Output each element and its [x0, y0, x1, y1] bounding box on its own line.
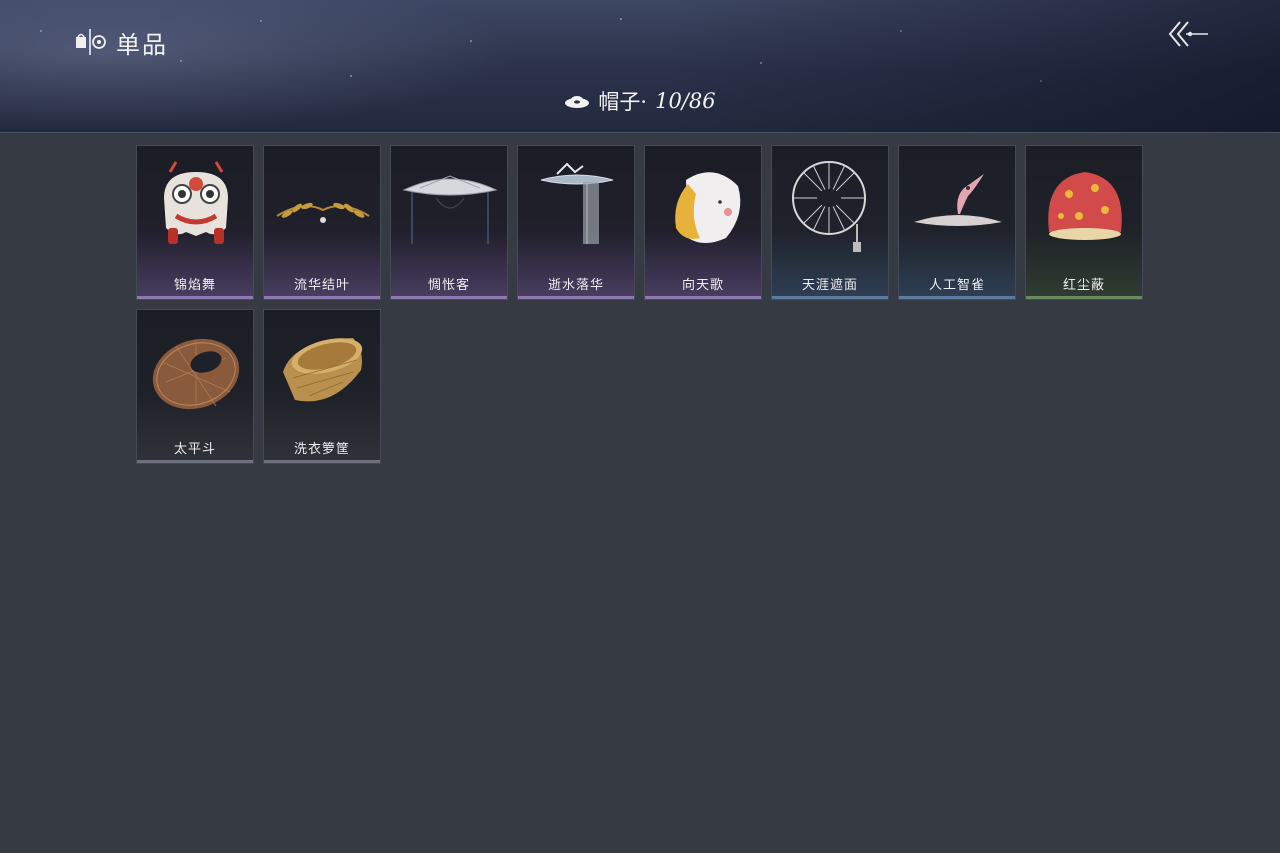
gold-leaf-circlet-icon [276, 202, 370, 223]
rarity-bar [264, 296, 380, 299]
item-card[interactable]: 红尘蔽 [1025, 145, 1143, 300]
item-name: 向天歌 [681, 278, 724, 293]
laundry-basket-icon [283, 338, 363, 402]
item-grid: 锦焰舞 流华结叶 惆怅客 逝水落华 向天歌 天涯遮面 人工智雀 红尘蔽 太平斗 … [136, 145, 1146, 464]
woven-bamboo-hat-icon [152, 338, 240, 410]
rarity-bar [1026, 296, 1142, 299]
page-title-label: 单品 [116, 30, 168, 59]
veil-hat-icon [540, 162, 614, 244]
item-card[interactable]: 太平斗 [136, 309, 254, 464]
item-name: 惆怅客 [427, 278, 470, 293]
item-card[interactable]: 锦焰舞 [136, 145, 254, 300]
item-card[interactable]: 天涯遮面 [771, 145, 889, 300]
bamboo-frame-hat-icon [792, 161, 866, 252]
rarity-bar [391, 296, 507, 299]
bird-hat-icon [914, 174, 1002, 226]
item-name: 流华结叶 [293, 278, 350, 293]
item-card[interactable]: 逝水落华 [517, 145, 635, 300]
item-name: 洗衣箩筐 [293, 442, 350, 457]
rarity-bar [899, 296, 1015, 299]
lion-dance-mask-icon [164, 161, 228, 244]
back-button[interactable] [1164, 16, 1212, 52]
item-name: 锦焰舞 [173, 278, 216, 293]
hat-icon [565, 96, 590, 108]
back-arrow-icon [1168, 21, 1208, 47]
item-card[interactable]: 洗衣箩筐 [263, 309, 381, 464]
item-card[interactable]: 向天歌 [644, 145, 762, 300]
item-card[interactable]: 人工智雀 [898, 145, 1016, 300]
category-label: 帽子· [598, 90, 648, 114]
rarity-bar [264, 460, 380, 463]
rarity-bar [518, 296, 634, 299]
item-card[interactable]: 惆怅客 [390, 145, 508, 300]
duck-hood-icon [675, 172, 741, 243]
veiled-straw-hat-icon [402, 175, 498, 244]
item-name: 逝水落华 [547, 278, 604, 293]
item-name: 天涯遮面 [801, 278, 858, 293]
rarity-bar [137, 460, 253, 463]
red-dome-hat-icon [1048, 172, 1122, 240]
page-title: 单品 [74, 22, 168, 62]
category-heading: 帽子· 10/86 [0, 84, 1280, 118]
category-count: 10/86 [655, 89, 716, 113]
rarity-bar [645, 296, 761, 299]
item-card[interactable]: 流华结叶 [263, 145, 381, 300]
item-name: 人工智雀 [928, 278, 985, 293]
item-name: 红尘蔽 [1062, 278, 1105, 293]
rarity-bar [772, 296, 888, 299]
wardrobe-icon [76, 29, 106, 55]
item-name: 太平斗 [173, 442, 216, 457]
rarity-bar [137, 296, 253, 299]
